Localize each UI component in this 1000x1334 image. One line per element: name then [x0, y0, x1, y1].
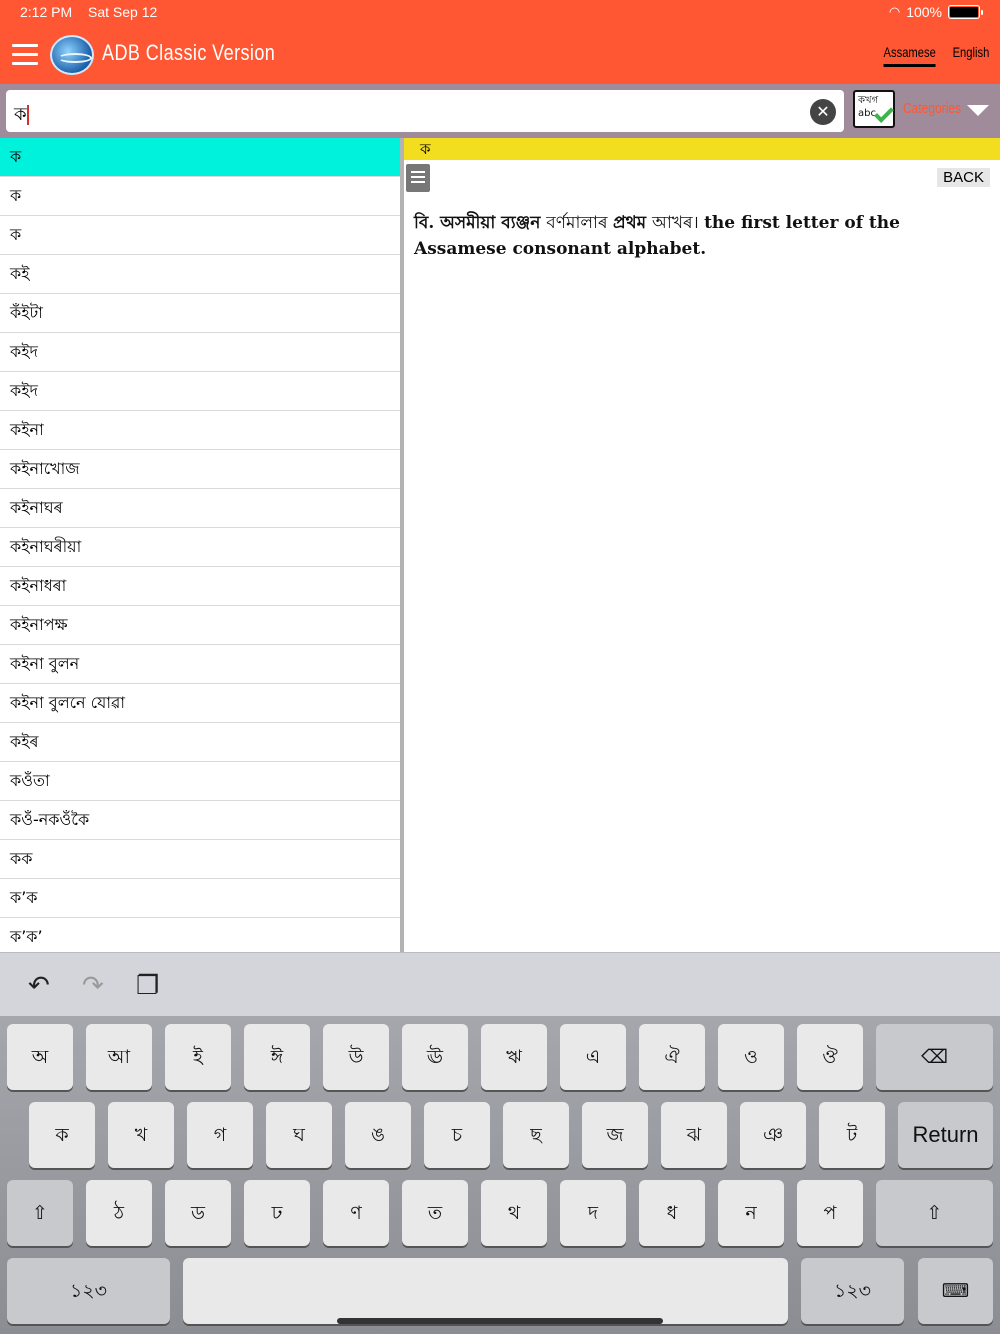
key-letter[interactable]: এ	[560, 1024, 626, 1090]
key-letter[interactable]: ঢ	[244, 1180, 310, 1246]
redo-icon[interactable]: ↷	[82, 971, 104, 1001]
status-time: 2:12 PM	[20, 4, 73, 20]
clear-search-icon[interactable]: ✕	[810, 99, 836, 125]
word-list-item[interactable]: ক’ক’	[0, 918, 400, 952]
word-list-item[interactable]: কইনাখোজ	[0, 450, 400, 489]
word-list-item[interactable]: কইনা বুলনে যোৱা	[0, 684, 400, 723]
word-list-item[interactable]: কঁইটা	[0, 294, 400, 333]
word-list-item[interactable]: কই	[0, 255, 400, 294]
key-letter[interactable]: ঐ	[639, 1024, 705, 1090]
app-logo	[50, 35, 94, 75]
definition-pos: বি. অসমীয়া ব্যঞ্জন	[414, 213, 547, 233]
word-list-item[interactable]: কইনাপক্ষ	[0, 606, 400, 645]
search-input[interactable]: ক ✕	[6, 90, 844, 132]
battery-icon	[948, 5, 983, 19]
key-letter[interactable]: ট	[819, 1102, 885, 1168]
key-letter[interactable]: খ	[108, 1102, 174, 1168]
word-list: ক ক ক কই কঁইটা কইদ কইদ কইনা কইনাখোজ কইনাঘৰ কইনাঘৰী…	[0, 138, 400, 952]
definition-word-bold: প্ৰথম	[612, 213, 653, 233]
definition-pane: ক BACK বি. অসমীয়া ব্যঞ্জন বৰ্ণমালাৰ প্ৰ…	[404, 138, 1000, 952]
word-list-item[interactable]: ক	[0, 177, 400, 216]
keyboard: অ আ ই ঈ উ ঊ ঋ এ ঐ ও ঔ ⌫ ক খ গ ঘ ঙ চ ছ জ ঝ ঞ ট Return ⇧ ঠ ড ঢ ণ ত থ দ ধ ন প…	[0, 1016, 1000, 1334]
key-letter[interactable]: ত	[402, 1180, 468, 1246]
key-letter[interactable]: জ	[582, 1102, 648, 1168]
key-letter[interactable]: ক	[29, 1102, 95, 1168]
word-list-item[interactable]: কইনা	[0, 411, 400, 450]
key-letter[interactable]: থ	[481, 1180, 547, 1246]
key-letter[interactable]: ঙ	[345, 1102, 411, 1168]
key-letter[interactable]: ন	[718, 1180, 784, 1246]
word-list-item[interactable]: কওঁ-নকওঁকৈ	[0, 801, 400, 840]
status-right: ◠ 100%	[888, 4, 983, 20]
key-letter[interactable]: দ	[560, 1180, 626, 1246]
definition-word: আখৰ।	[652, 213, 705, 233]
dismiss-keyboard-icon[interactable]: ⌨	[918, 1258, 993, 1324]
word-list-item[interactable]: কইৰ	[0, 723, 400, 762]
shift-left-icon[interactable]: ⇧	[7, 1180, 73, 1246]
tab-assamese[interactable]: Assamese	[883, 44, 936, 67]
return-key[interactable]: Return	[898, 1102, 993, 1168]
key-letter[interactable]: ঞ	[740, 1102, 806, 1168]
status-bar: 2:12 PM Sat Sep 12 ◠ 100%	[20, 4, 983, 24]
key-letter[interactable]: ঔ	[797, 1024, 863, 1090]
wifi-icon: ◠	[888, 4, 901, 19]
search-input-value: ক	[14, 104, 29, 125]
key-letter[interactable]: ধ	[639, 1180, 705, 1246]
word-list-item[interactable]: কইদ	[0, 333, 400, 372]
document-menu-icon[interactable]	[406, 164, 430, 192]
key-letter[interactable]: ড	[165, 1180, 231, 1246]
app-header: 2:12 PM Sat Sep 12 ◠ 100% ADB Classic Ve…	[0, 0, 1000, 84]
tab-english[interactable]: English	[953, 44, 990, 67]
word-list-item[interactable]: কওঁতা	[0, 762, 400, 801]
word-list-item[interactable]: কক	[0, 840, 400, 879]
word-list-item[interactable]: কইদ	[0, 372, 400, 411]
key-letter[interactable]: প	[797, 1180, 863, 1246]
app-title: ADB Classic Version	[102, 40, 276, 65]
numbers-key-left[interactable]: ১২৩	[7, 1258, 170, 1324]
back-button[interactable]: BACK	[937, 168, 990, 187]
key-letter[interactable]: ঝ	[661, 1102, 727, 1168]
key-letter[interactable]: ঘ	[266, 1102, 332, 1168]
search-bar: ক ✕ কখগ abc Categories	[0, 84, 1000, 138]
word-list-item[interactable]: ক	[0, 216, 400, 255]
word-list-item[interactable]: কইনাঘৰ	[0, 489, 400, 528]
language-tabs: Assamese English	[877, 44, 994, 67]
key-letter[interactable]: ঈ	[244, 1024, 310, 1090]
shift-right-icon[interactable]: ⇧	[876, 1180, 993, 1246]
key-letter[interactable]: ও	[718, 1024, 784, 1090]
battery-percent: 100%	[906, 4, 942, 20]
word-list-item[interactable]: কইনা বুলন	[0, 645, 400, 684]
key-letter[interactable]: চ	[424, 1102, 490, 1168]
word-list-item[interactable]: ক	[0, 138, 400, 177]
hamburger-menu-icon[interactable]	[12, 44, 38, 66]
chevron-down-icon[interactable]	[967, 105, 989, 116]
key-letter[interactable]: ণ	[323, 1180, 389, 1246]
key-letter[interactable]: অ	[7, 1024, 73, 1090]
undo-icon[interactable]: ↶	[28, 971, 50, 1001]
key-letter[interactable]: ঠ	[86, 1180, 152, 1246]
space-key[interactable]	[183, 1258, 788, 1324]
key-letter[interactable]: ই	[165, 1024, 231, 1090]
definition-text: বি. অসমীয়া ব্যঞ্জন বৰ্ণমালাৰ প্ৰথম আখৰ।…	[414, 210, 940, 262]
backspace-icon[interactable]: ⌫	[876, 1024, 993, 1090]
numbers-key-right[interactable]: ১২৩	[801, 1258, 904, 1324]
home-indicator	[337, 1318, 663, 1324]
definition-word: বৰ্ণমালাৰ	[546, 213, 613, 233]
keyboard-toolbar: ↶ ↷ ❐	[0, 952, 1000, 1016]
text-caret	[26, 105, 29, 125]
key-letter[interactable]: আ	[86, 1024, 152, 1090]
word-list-item[interactable]: কইনাঘৰীয়া	[0, 528, 400, 567]
key-letter[interactable]: ছ	[503, 1102, 569, 1168]
key-letter[interactable]: গ	[187, 1102, 253, 1168]
detail-headword: ক	[404, 138, 1000, 160]
key-letter[interactable]: ঋ	[481, 1024, 547, 1090]
word-list-item[interactable]: কইনাধৰা	[0, 567, 400, 606]
key-letter[interactable]: উ	[323, 1024, 389, 1090]
categories-label[interactable]: Categories	[903, 100, 961, 117]
key-letter[interactable]: ঊ	[402, 1024, 468, 1090]
word-list-item[interactable]: ক’ক	[0, 879, 400, 918]
paste-icon[interactable]: ❐	[136, 971, 159, 1001]
status-date: Sat Sep 12	[88, 4, 158, 20]
